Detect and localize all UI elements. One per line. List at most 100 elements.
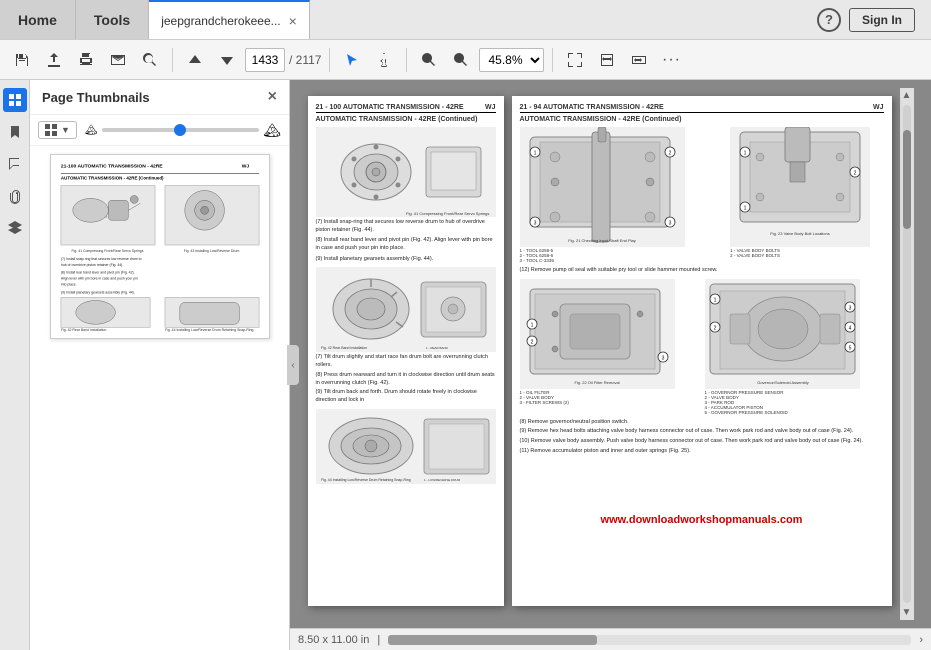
sidebar-bookmarks-icon[interactable]: [3, 120, 27, 144]
sign-in-button[interactable]: Sign In: [849, 8, 915, 32]
toolbar-separator-2: [329, 48, 330, 72]
fit-width-button[interactable]: [593, 46, 621, 74]
save-button[interactable]: [8, 46, 36, 74]
svg-text:Fig. 41 Compressing Front/Rear: Fig. 41 Compressing Front/Rear Servo Spr…: [71, 249, 143, 253]
print-button[interactable]: [72, 46, 100, 74]
pdf-vertical-scrollbar[interactable]: ▲ ▼: [900, 88, 914, 620]
page-total-label: / 2117: [289, 53, 321, 67]
upload-button[interactable]: [40, 46, 68, 74]
tab-document[interactable]: jeepgrandcherokeee... ×: [149, 0, 310, 39]
fit-page-button[interactable]: [561, 46, 589, 74]
pdf-page-left[interactable]: 21 - 100 AUTOMATIC TRANSMISSION - 42RE W…: [308, 96, 504, 606]
pdf-left-text6: (9) Tilt drum back and forth. Drum shoul…: [316, 389, 496, 404]
more-tools-button[interactable]: ···: [657, 46, 685, 74]
pdf-horizontal-scrollbar[interactable]: [388, 635, 911, 645]
sign-in-label: Sign In: [862, 13, 902, 27]
pdf-right-text5: (11) Remove accumulator piston and inner…: [520, 448, 884, 456]
pdf-pages-container: 21 - 100 AUTOMATIC TRANSMISSION - 42RE W…: [290, 80, 931, 628]
svg-text:2: 2: [713, 325, 716, 331]
pdf-left-text5: (8) Press drum rearward and turn it in c…: [316, 372, 496, 387]
svg-text:Fig. 21 Checking Input Shaft E: Fig. 21 Checking Input Shaft End Play: [568, 238, 636, 243]
svg-text:WJ: WJ: [241, 164, 249, 170]
panel-collapse-arrow[interactable]: ‹: [287, 345, 299, 385]
pdf-right-title: AUTOMATIC TRANSMISSION - 42RE (Continued…: [520, 116, 884, 123]
page-input-area: / 2117: [245, 48, 321, 72]
pdf-status-bar: 8.50 x 11.00 in | ›: [290, 628, 931, 650]
pdf-right-header-left: 21 - 94 AUTOMATIC TRANSMISSION - 42RE: [520, 104, 664, 111]
svg-text:5: 5: [848, 345, 851, 351]
home-nav-item[interactable]: Home: [0, 0, 76, 39]
pdf-left-header-left: 21 - 100 AUTOMATIC TRANSMISSION - 42RE: [316, 104, 464, 111]
slider-min-icon: 🏔: [85, 125, 98, 136]
help-button[interactable]: ?: [817, 8, 841, 32]
svg-text:2: 2: [854, 171, 857, 177]
thumbnail-size-slider-container: 🏔 🏔: [85, 122, 281, 139]
svg-text:3: 3: [661, 355, 664, 361]
thumbnail-close-button[interactable]: ×: [268, 88, 277, 106]
zoom-fit-button[interactable]: [625, 46, 653, 74]
scroll-down-arrow[interactable]: ▼: [900, 605, 914, 620]
zoom-select[interactable]: 45.8% 50% 75% 100% 125% 150%: [479, 48, 544, 72]
sidebar-icons: [0, 80, 30, 650]
thumbnail-size-selector[interactable]: ▼: [38, 121, 77, 139]
scroll-up-arrow[interactable]: ▲: [900, 88, 914, 103]
svg-text:AUTOMATIC TRANSMISSION - 42RE: AUTOMATIC TRANSMISSION - 42RE (Continued…: [60, 176, 163, 181]
thumbnail-page-item[interactable]: 21-100 AUTOMATIC TRANSMISSION - 42RE WJ …: [50, 154, 270, 339]
pdf-view-area: 21 - 100 AUTOMATIC TRANSMISSION - 42RE W…: [290, 80, 931, 650]
tab-label: jeepgrandcherokeee...: [161, 14, 280, 28]
svg-text:1 - LOW/REVERSE DRUM: 1 - LOW/REVERSE DRUM: [424, 478, 461, 482]
sidebar-thumbnail-icon[interactable]: [3, 88, 27, 112]
top-nav-bar: Home Tools jeepgrandcherokeee... × ? Sig…: [0, 0, 931, 40]
sidebar-layers-icon[interactable]: [3, 216, 27, 240]
sidebar-attachments-icon[interactable]: [3, 184, 27, 208]
thumbnail-panel: Page Thumbnails × ▼ 🏔 🏔 21-100 AUT: [30, 80, 290, 650]
scroll-track[interactable]: [903, 105, 911, 603]
pdf-page-right-content: 21 - 94 AUTOMATIC TRANSMISSION - 42RE WJ…: [512, 96, 892, 606]
pdf-left-text3: (9) Install planetary gearsets assembly …: [316, 256, 496, 264]
svg-text:3: 3: [533, 221, 536, 227]
svg-text:3: 3: [668, 221, 671, 227]
tab-bar: jeepgrandcherokeee... ×: [149, 0, 801, 39]
thumbnail-toolbar: ▼ 🏔 🏔: [30, 115, 289, 146]
svg-text:2: 2: [530, 339, 533, 345]
svg-text:(9) Install planetary gearsets: (9) Install planetary gearsets assembly …: [60, 291, 134, 295]
zoom-in-button[interactable]: [447, 46, 475, 74]
pdf-left-text2: (8) Install rear band lever and pivot pi…: [316, 237, 496, 252]
hand-tool-button[interactable]: [370, 46, 398, 74]
pdf-left-title: AUTOMATIC TRANSMISSION - 42RE (Continued…: [316, 116, 496, 123]
svg-text:hub of overdrive piston retain: hub of overdrive piston retainer (Fig. 4…: [60, 263, 122, 267]
tools-nav-item[interactable]: Tools: [76, 0, 149, 39]
scroll-up-button[interactable]: [181, 46, 209, 74]
tools-label: Tools: [94, 12, 130, 28]
scroll-down-button[interactable]: [213, 46, 241, 74]
toolbar: / 2117 45.8% 50% 75% 100% 125% 150% ···: [0, 40, 931, 80]
svg-text:3: 3: [848, 305, 851, 311]
svg-text:1: 1: [744, 151, 747, 157]
search-button[interactable]: [136, 46, 164, 74]
toolbar-separator-4: [552, 48, 553, 72]
scroll-right-arrow[interactable]: ›: [919, 634, 923, 646]
svg-text:(7) Install snap-ring that sec: (7) Install snap-ring that secures low r…: [60, 257, 141, 261]
svg-text:21-100 AUTOMATIC TRANSMISSION: 21-100 AUTOMATIC TRANSMISSION - 42RE: [60, 164, 162, 170]
svg-text:1: 1: [533, 151, 536, 157]
tab-close-icon[interactable]: ×: [289, 13, 297, 29]
thumbnail-panel-header: Page Thumbnails ×: [30, 80, 289, 115]
page-number-input[interactable]: [245, 48, 285, 72]
svg-text:Fig. 43 Installing Low/Reverse: Fig. 43 Installing Low/Reverse Drum: [183, 249, 239, 253]
horizontal-scroll-thumb[interactable]: [388, 635, 597, 645]
scroll-thumb[interactable]: [903, 130, 911, 230]
svg-text:Fig. 42 Rear Band Installation: Fig. 42 Rear Band Installation: [60, 328, 106, 332]
svg-text:Fig. 22 Oil Filter Removal: Fig. 22 Oil Filter Removal: [574, 380, 619, 385]
pdf-left-header-right: WJ: [485, 104, 496, 111]
email-button[interactable]: [104, 46, 132, 74]
svg-text:Fig. 44 Installing Low/Reverse: Fig. 44 Installing Low/Reverse Drum Reta…: [321, 478, 411, 482]
sidebar-annotations-icon[interactable]: [3, 152, 27, 176]
svg-text:2: 2: [668, 151, 671, 157]
home-label: Home: [18, 12, 57, 28]
svg-text:Fig. 41 Compressing Front/Rear: Fig. 41 Compressing Front/Rear Servo Spr…: [406, 211, 489, 216]
svg-text:1 - REAR BAND: 1 - REAR BAND: [426, 346, 449, 350]
pdf-page-right[interactable]: www.downloadworkshopmanuals.com 21 - 94 …: [512, 96, 892, 606]
select-tool-button[interactable]: [338, 46, 366, 74]
thumbnail-size-slider[interactable]: [102, 128, 260, 132]
zoom-out-button[interactable]: [415, 46, 443, 74]
